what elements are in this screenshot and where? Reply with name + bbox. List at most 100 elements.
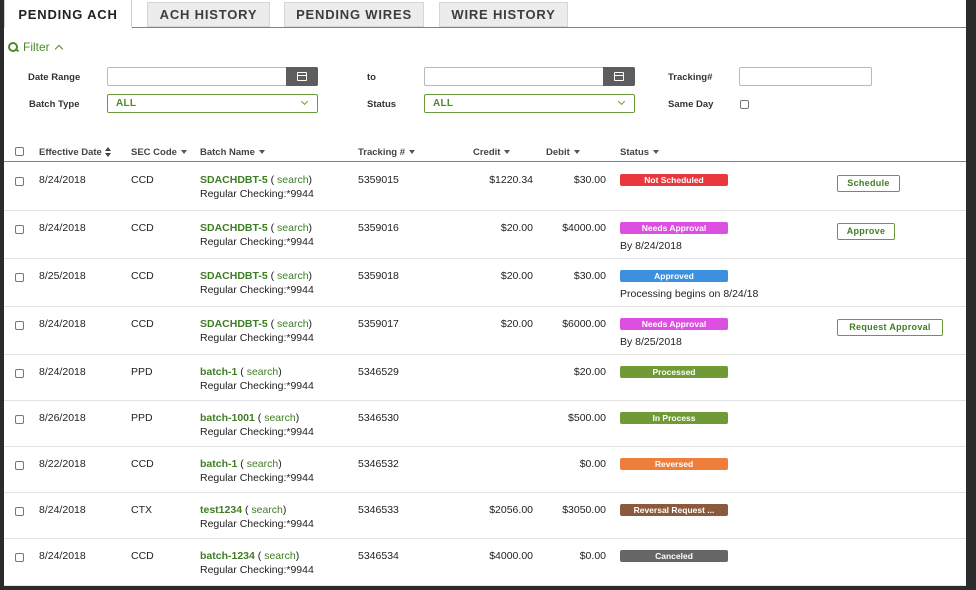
header-batch-name[interactable]: Batch Name xyxy=(200,147,265,158)
search-link[interactable]: search xyxy=(264,412,296,424)
batch-name-cell: SDACHDBT-5 ( search) xyxy=(200,174,313,186)
debit-cell: $6000.00 xyxy=(562,318,606,330)
debit-cell: $4000.00 xyxy=(562,222,606,234)
search-link[interactable]: search xyxy=(277,222,309,234)
select-all-checkbox[interactable] xyxy=(15,147,24,156)
search-link[interactable]: search xyxy=(247,366,279,378)
same-day-checkbox[interactable] xyxy=(740,100,749,109)
table-row: 8/22/2018 CCD batch-1 ( search) Regular Che… xyxy=(4,447,966,493)
row-action-button[interactable]: Request Approval xyxy=(837,319,943,336)
date-to-input[interactable] xyxy=(424,67,635,86)
tracking-cell: 5359017 xyxy=(358,318,399,330)
debit-cell: $500.00 xyxy=(568,412,606,424)
debit-cell: $30.00 xyxy=(573,174,606,186)
status-badge: Processed xyxy=(620,366,728,378)
date-from-input[interactable] xyxy=(107,67,318,86)
batch-name-link[interactable]: test1234 xyxy=(200,504,242,516)
tab-pending-wires[interactable]: PENDING WIRES xyxy=(284,2,424,27)
credit-cell: $2056.00 xyxy=(489,504,533,516)
credit-cell: $20.00 xyxy=(500,222,533,234)
effective-date-cell: 8/24/2018 xyxy=(39,222,86,234)
date-range-label: Date Range xyxy=(28,72,81,83)
table-header: Effective Date SEC Code Batch Name Track… xyxy=(4,145,966,162)
same-day-label: Same Day xyxy=(668,99,714,110)
batch-name-link[interactable]: batch-1234 xyxy=(200,550,255,562)
table-row: 8/24/2018 CCD SDACHDBT-5 ( search) Regular … xyxy=(4,163,966,211)
batch-name-cell: batch-1 ( search) xyxy=(200,366,282,378)
batch-name-link[interactable]: batch-1 xyxy=(200,458,237,470)
to-label: to xyxy=(367,72,376,83)
header-credit[interactable]: Credit xyxy=(473,147,511,158)
header-tracking[interactable]: Tracking # xyxy=(358,147,415,158)
tracking-cell: 5346529 xyxy=(358,366,399,378)
sort-icon xyxy=(653,150,660,155)
debit-cell: $20.00 xyxy=(573,366,606,378)
search-link[interactable]: search xyxy=(277,270,309,282)
date-from-calendar-button[interactable] xyxy=(286,67,318,86)
tracking-cell: 5359016 xyxy=(358,222,399,234)
date-to-calendar-button[interactable] xyxy=(603,67,635,86)
sort-icon xyxy=(180,150,187,155)
batch-name-cell: SDACHDBT-5 ( search) xyxy=(200,270,313,282)
search-link[interactable]: search xyxy=(277,318,309,330)
tab-pending-ach[interactable]: PENDING ACH xyxy=(4,0,132,28)
filter-toggle[interactable]: Filter xyxy=(7,40,63,54)
status-badge: In Process xyxy=(620,412,728,424)
tab-ach-history[interactable]: ACH HISTORY xyxy=(147,2,270,27)
search-icon xyxy=(7,41,19,53)
row-checkbox[interactable] xyxy=(15,273,24,282)
calendar-icon xyxy=(297,72,307,81)
batch-name-cell: SDACHDBT-5 ( search) xyxy=(200,318,313,330)
batch-name-link[interactable]: SDACHDBT-5 xyxy=(200,270,268,282)
search-link[interactable]: search xyxy=(277,174,309,186)
status-select[interactable]: ALL xyxy=(424,94,635,113)
header-sec-code[interactable]: SEC Code xyxy=(131,147,187,158)
tracking-cell: 5359015 xyxy=(358,174,399,186)
status-detail: By 8/25/2018 xyxy=(620,336,682,348)
batch-type-select[interactable]: ALL xyxy=(107,94,318,113)
row-checkbox[interactable] xyxy=(15,321,24,330)
tracking-cell: 5346534 xyxy=(358,550,399,562)
row-checkbox[interactable] xyxy=(15,369,24,378)
tab-underline xyxy=(4,27,966,28)
effective-date-cell: 8/24/2018 xyxy=(39,174,86,186)
row-action-button[interactable]: Schedule xyxy=(837,175,900,192)
status-label: Status xyxy=(367,99,397,110)
sort-icon xyxy=(504,150,511,155)
batch-name-cell: test1234 ( search) xyxy=(200,504,287,516)
row-checkbox[interactable] xyxy=(15,461,24,470)
header-debit[interactable]: Debit xyxy=(546,147,580,158)
row-checkbox[interactable] xyxy=(15,225,24,234)
debit-cell: $0.00 xyxy=(579,458,606,470)
row-checkbox[interactable] xyxy=(15,553,24,562)
batch-name-link[interactable]: SDACHDBT-5 xyxy=(200,222,268,234)
table-row: 8/26/2018 PPD batch-1001 ( search) Regular … xyxy=(4,401,966,447)
debit-cell: $30.00 xyxy=(573,270,606,282)
sort-icon xyxy=(258,150,265,155)
batch-name-link[interactable]: SDACHDBT-5 xyxy=(200,174,268,186)
batch-name-link[interactable]: SDACHDBT-5 xyxy=(200,318,268,330)
batch-type-value: ALL xyxy=(116,98,137,109)
search-link[interactable]: search xyxy=(247,458,279,470)
search-link[interactable]: search xyxy=(264,550,296,562)
tab-wire-history[interactable]: WIRE HISTORY xyxy=(439,2,568,27)
status-badge: Needs Approval xyxy=(620,222,728,234)
status-badge: Approved xyxy=(620,270,728,282)
tracking-cell: 5346533 xyxy=(358,504,399,516)
batch-name-cell: SDACHDBT-5 ( search) xyxy=(200,222,313,234)
row-checkbox[interactable] xyxy=(15,415,24,424)
row-action-button[interactable]: Approve xyxy=(837,223,895,240)
status-badge: Reversed xyxy=(620,458,728,470)
row-checkbox[interactable] xyxy=(15,507,24,516)
header-effective-date[interactable]: Effective Date xyxy=(39,147,111,158)
account-label: Regular Checking:*9944 xyxy=(200,284,314,296)
batch-name-link[interactable]: batch-1 xyxy=(200,366,237,378)
search-link[interactable]: search xyxy=(251,504,283,516)
tracking-label: Tracking# xyxy=(668,72,713,83)
header-status[interactable]: Status xyxy=(620,147,660,158)
batch-name-link[interactable]: batch-1001 xyxy=(200,412,255,424)
tracking-input[interactable] xyxy=(739,67,872,86)
header-divider xyxy=(4,161,966,162)
row-checkbox[interactable] xyxy=(15,177,24,186)
credit-cell: $20.00 xyxy=(500,318,533,330)
